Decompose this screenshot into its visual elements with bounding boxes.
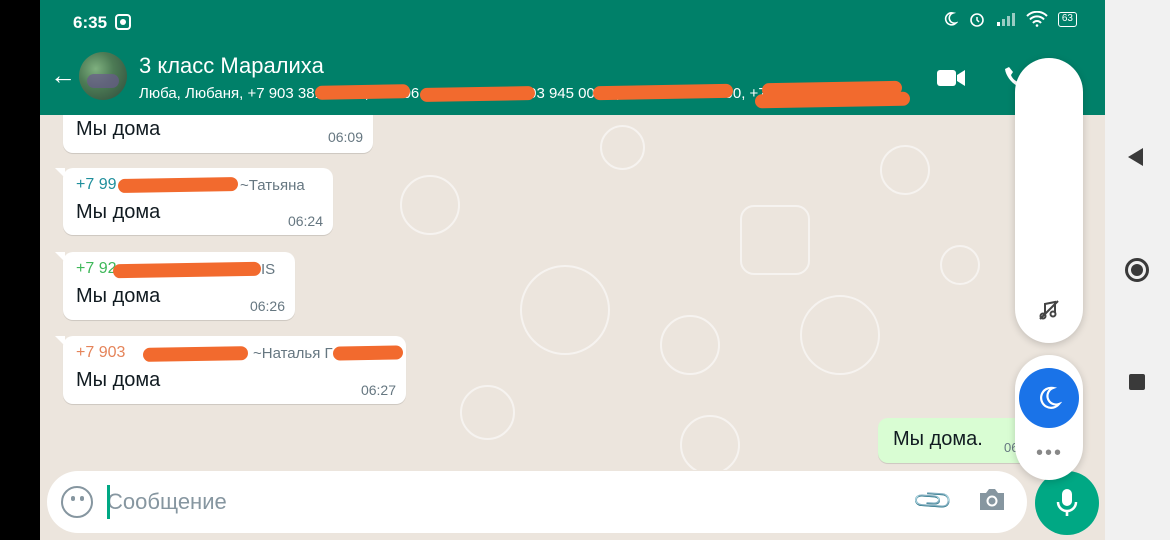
system-nav-bar xyxy=(1105,0,1170,540)
wallpaper-doodle xyxy=(520,265,610,355)
phone-screen: 6:35 63 ← 3 класс Маралиха Люба, Любаня,… xyxy=(0,0,1170,540)
status-bar: 6:35 63 xyxy=(40,0,1105,40)
dark-mode-button[interactable] xyxy=(1019,368,1079,428)
redaction-mark xyxy=(112,261,262,279)
notification-icon xyxy=(115,14,131,30)
more-icon[interactable]: ••• xyxy=(1036,443,1063,463)
video-call-icon[interactable] xyxy=(937,68,965,88)
moon-icon xyxy=(1040,386,1062,409)
chat-header[interactable]: ← 3 класс Маралиха Люба, Любаня, +7 903 … xyxy=(40,40,1105,115)
redaction-mark xyxy=(592,83,734,101)
sender-phone[interactable]: +7 903 xyxy=(76,344,125,362)
signal-icon xyxy=(996,13,1015,26)
redaction-mark xyxy=(142,346,249,362)
wallpaper-doodle xyxy=(940,245,980,285)
group-title[interactable]: 3 класс Маралиха xyxy=(139,53,324,79)
left-black-strip xyxy=(0,0,40,540)
group-avatar[interactable] xyxy=(79,52,127,100)
message-time: 06:26 xyxy=(249,298,285,314)
message-text: Мы дома xyxy=(76,285,161,307)
chat-app: 6:35 63 ← 3 класс Маралиха Люба, Любаня,… xyxy=(40,0,1105,540)
message-bubble[interactable]: +7 92 IS Мы дома 06:26 xyxy=(55,252,295,320)
sender-phone[interactable]: +7 92 xyxy=(76,260,116,278)
nav-back-icon[interactable] xyxy=(1128,148,1143,166)
mic-icon xyxy=(1056,489,1078,516)
music-off-icon[interactable] xyxy=(1037,298,1061,322)
sender-name: ~Татьяна xyxy=(240,177,305,194)
nav-home-icon[interactable] xyxy=(1125,258,1149,282)
nav-recents-icon[interactable] xyxy=(1129,374,1145,390)
message-text: Мы дома xyxy=(76,118,161,140)
alarm-icon xyxy=(970,13,984,27)
emoji-icon[interactable] xyxy=(61,486,93,518)
wallpaper-doodle xyxy=(400,175,460,235)
status-time: 6:35 xyxy=(73,13,108,32)
message-input[interactable] xyxy=(107,487,887,517)
status-icons: 63 xyxy=(942,10,1077,28)
wallpaper-doodle xyxy=(460,385,515,440)
message-bubble[interactable]: +7 903 ~Наталья Г Мы дома 06:27 xyxy=(55,336,406,404)
redaction-mark xyxy=(754,91,911,109)
message-bubble[interactable]: +7 99 ~Татьяна Мы дома 06:24 xyxy=(55,168,333,235)
wallpaper-doodle xyxy=(680,415,740,470)
message-time: 06:24 xyxy=(287,213,323,229)
sender-name: IS xyxy=(261,261,276,278)
message-text: Мы дома. xyxy=(893,428,983,450)
message-time: 06:27 xyxy=(360,382,396,398)
redaction-mark xyxy=(419,85,536,103)
sender-phone[interactable]: +7 99 xyxy=(76,176,116,194)
redaction-mark xyxy=(332,345,404,361)
text-cursor xyxy=(107,485,110,519)
wallpaper-doodle xyxy=(880,145,930,195)
wifi-icon xyxy=(1026,11,1048,27)
message-bubble[interactable]: Мы дома 06:09 xyxy=(63,115,373,153)
redaction-mark xyxy=(314,84,411,100)
attach-icon[interactable]: 📎 xyxy=(911,478,956,523)
message-time: 06:09 xyxy=(327,129,363,145)
message-text: Мы дома xyxy=(76,369,161,391)
moon-status-icon xyxy=(944,12,958,26)
mic-button[interactable] xyxy=(1035,471,1099,535)
wallpaper-doodle xyxy=(600,125,645,170)
wallpaper-doodle xyxy=(740,205,810,275)
camera-icon[interactable] xyxy=(977,486,1007,512)
message-text: Мы дома xyxy=(76,201,161,223)
sender-name: ~Наталья Г xyxy=(253,345,333,362)
battery-indicator: 63 xyxy=(1057,11,1077,27)
redaction-mark xyxy=(117,176,239,194)
wallpaper-doodle xyxy=(800,295,880,375)
back-arrow-icon[interactable]: ← xyxy=(50,62,76,88)
message-list: Мы дома 06:09 +7 99 ~Татьяна Мы дома 06:… xyxy=(40,115,1105,470)
wallpaper-doodle xyxy=(660,315,720,375)
composer-bar: 📎 xyxy=(47,471,1027,533)
